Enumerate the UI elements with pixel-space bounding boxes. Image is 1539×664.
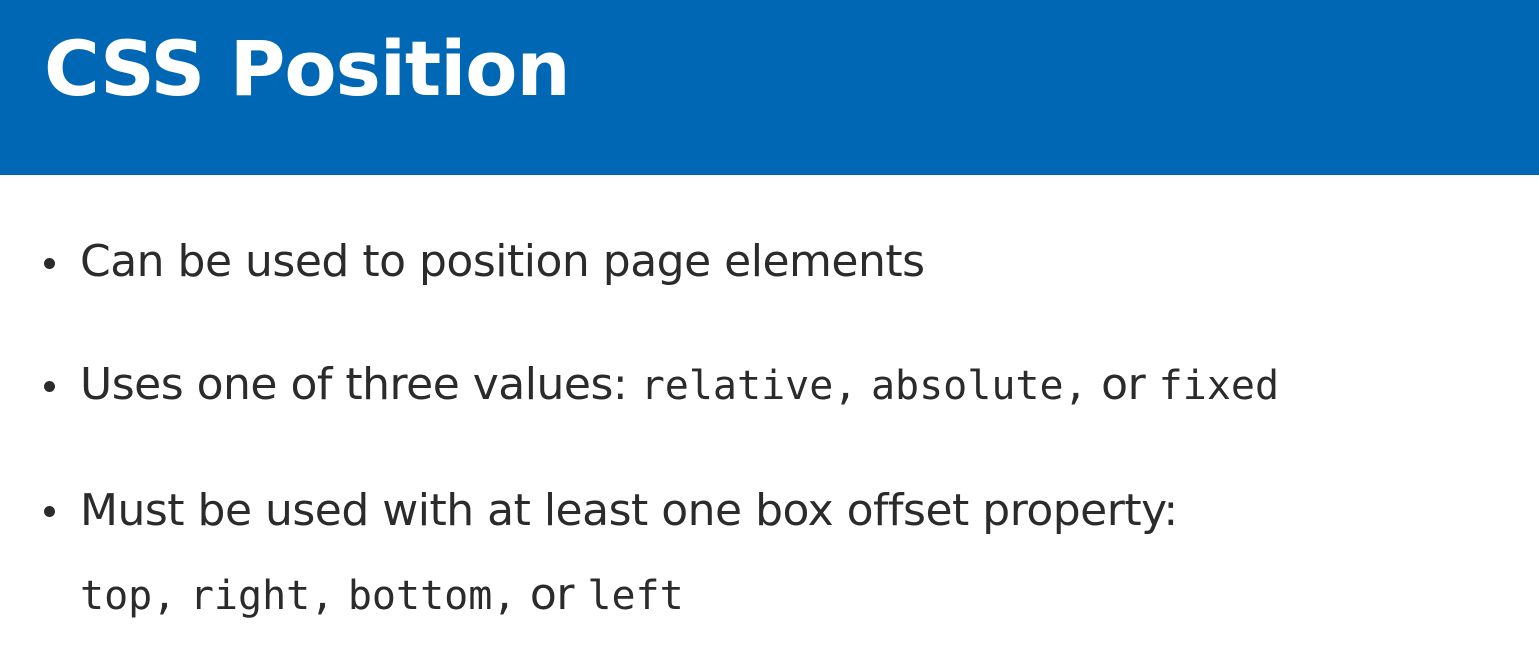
- bullet-dot-icon: [44, 506, 55, 517]
- code-left: left: [587, 573, 684, 619]
- bullet-list: Can be used to position page elements Us…: [0, 0, 1539, 664]
- bullet-item-2: Uses one of three values: relative, abso…: [80, 355, 1279, 416]
- bullet-item-1: Can be used to position page elements: [80, 232, 925, 292]
- slide: CSS Position Can be used to position pag…: [0, 0, 1539, 664]
- bullet-text: Must be used with at least one box offse…: [80, 485, 1178, 536]
- bullet-dot-icon: [44, 381, 55, 392]
- bullet-separator: or: [1087, 359, 1159, 410]
- code-top: top,: [80, 573, 177, 619]
- code-fixed: fixed: [1158, 363, 1280, 409]
- bullet-dot-icon: [44, 258, 55, 269]
- code-absolute: absolute,: [870, 363, 1088, 409]
- bullet-text: Uses one of three values:: [80, 359, 641, 410]
- code-bottom: bottom,: [347, 573, 517, 619]
- code-relative: relative,: [640, 363, 858, 409]
- bullet-item-3-continuation: top, right, bottom, or left: [80, 565, 684, 626]
- bullet-separator: or: [516, 569, 588, 620]
- bullet-text: Can be used to position page elements: [80, 236, 925, 287]
- bullet-item-3: Must be used with at least one box offse…: [80, 481, 1178, 541]
- code-right: right,: [189, 573, 335, 619]
